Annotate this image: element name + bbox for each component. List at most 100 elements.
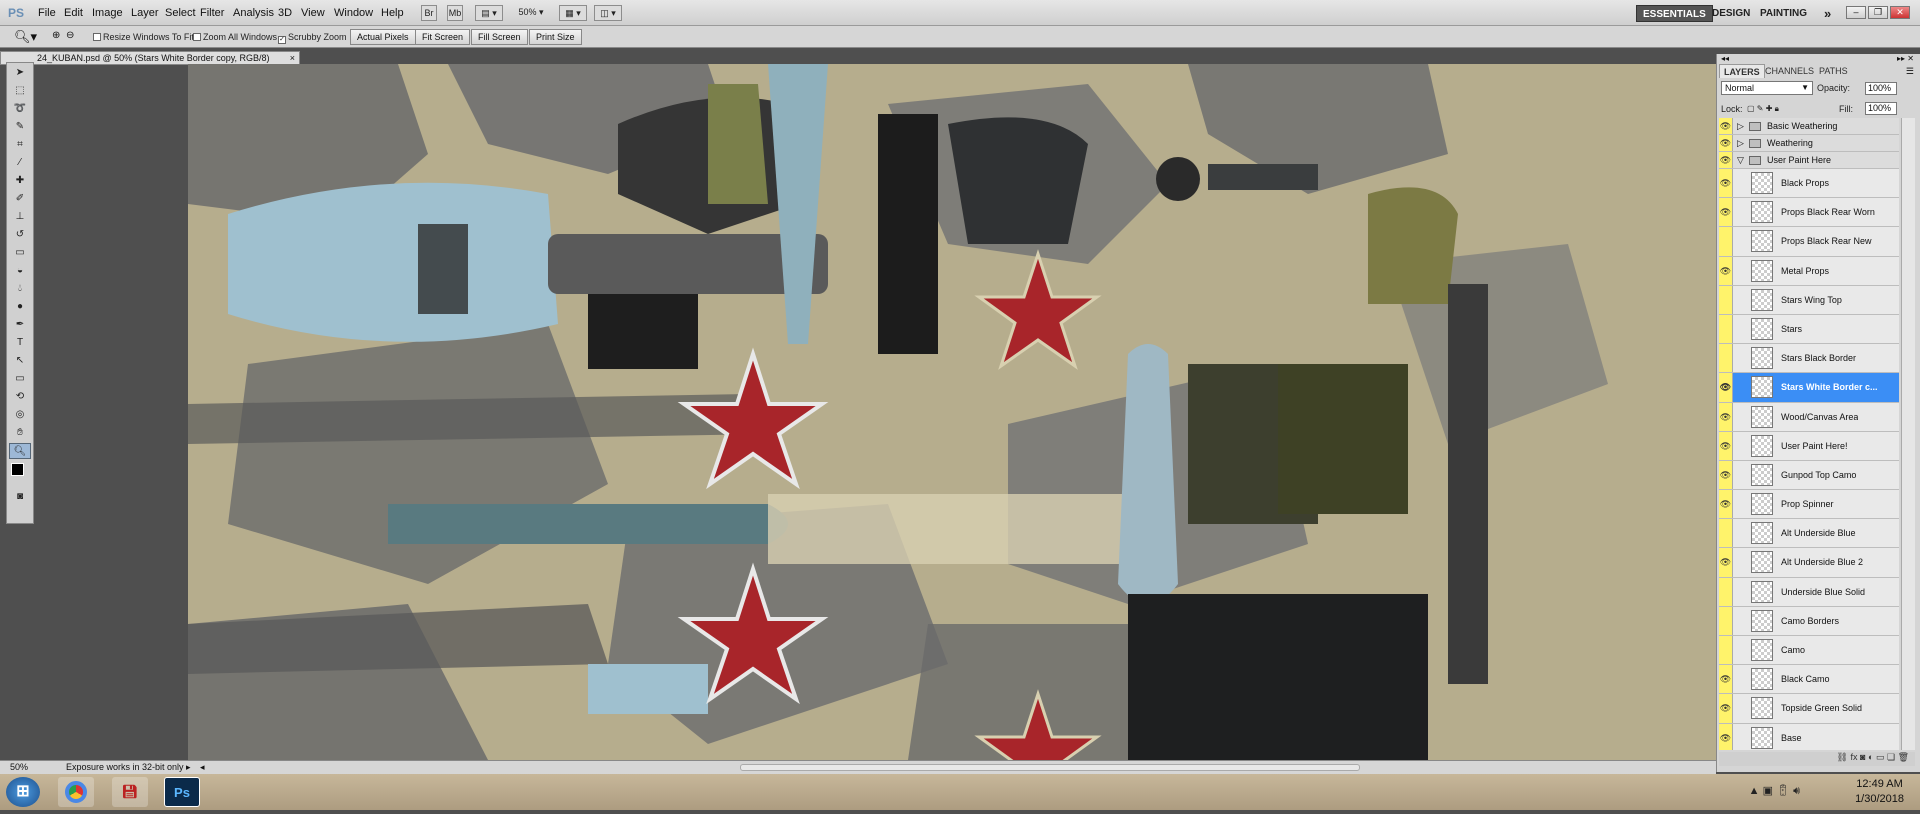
- eye-icon[interactable]: 👁︎: [1719, 665, 1733, 694]
- crop-tool-icon[interactable]: ⌗: [9, 137, 31, 153]
- fill-input[interactable]: 100%: [1865, 102, 1897, 115]
- layer-row[interactable]: Props Black Rear New: [1719, 227, 1899, 257]
- eye-icon[interactable]: 👁︎: [1719, 152, 1733, 168]
- layer-row[interactable]: Stars Wing Top: [1719, 285, 1899, 315]
- layer-group-row[interactable]: 👁︎ ▽ User Paint Here: [1719, 152, 1899, 169]
- dodge-tool-icon[interactable]: ●: [9, 299, 31, 315]
- trash-icon[interactable]: 🗑︎: [1898, 752, 1909, 762]
- eyedropper-tool-icon[interactable]: ⁄: [9, 155, 31, 171]
- fill-screen-button[interactable]: Fill Screen: [471, 29, 528, 45]
- layer-row[interactable]: 👁︎ Topside Green Solid: [1719, 694, 1899, 724]
- eye-icon[interactable]: 👁︎: [1719, 490, 1733, 519]
- status-zoom[interactable]: 50%: [10, 761, 28, 774]
- visibility-off-icon[interactable]: [1719, 227, 1733, 256]
- minibridge-button[interactable]: Mb: [447, 5, 463, 21]
- eye-icon[interactable]: 👁︎: [1719, 694, 1733, 723]
- visibility-off-icon[interactable]: [1719, 519, 1733, 548]
- tab-channels[interactable]: CHANNELS: [1761, 64, 1818, 78]
- print-size-button[interactable]: Print Size: [529, 29, 582, 45]
- eye-icon[interactable]: 👁︎: [1719, 169, 1733, 198]
- layer-row[interactable]: 👁︎ Alt Underside Blue 2: [1719, 548, 1899, 578]
- document-canvas[interactable]: [188, 64, 1716, 760]
- healing-brush-tool-icon[interactable]: ✚: [9, 173, 31, 189]
- quick-mask-icon[interactable]: ◙: [9, 489, 31, 505]
- history-brush-tool-icon[interactable]: ↺: [9, 227, 31, 243]
- workspace-painting[interactable]: PAINTING: [1754, 5, 1813, 22]
- layer-row[interactable]: 👁︎ Props Black Rear Worn: [1719, 198, 1899, 228]
- lock-icons[interactable]: ▢ ✎ ✚ 🔒︎: [1747, 104, 1779, 114]
- menu-view[interactable]: View: [301, 7, 325, 19]
- color-swatches[interactable]: [9, 461, 31, 487]
- menu-select[interactable]: Select: [165, 7, 196, 19]
- path-select-tool-icon[interactable]: ↖: [9, 353, 31, 369]
- foreground-color-swatch[interactable]: [11, 463, 24, 476]
- layer-row[interactable]: Underside Blue Solid: [1719, 577, 1899, 607]
- add-mask-icon[interactable]: ◙: [1860, 752, 1865, 762]
- fx-icon[interactable]: fx: [1851, 752, 1858, 762]
- tab-close-icon[interactable]: ×: [290, 52, 295, 64]
- menu-analysis[interactable]: Analysis: [233, 7, 274, 19]
- adjustment-layer-icon[interactable]: ◐: [1868, 752, 1873, 762]
- type-tool-icon[interactable]: T: [9, 335, 31, 351]
- link-layers-icon[interactable]: ⛓: [1837, 752, 1848, 762]
- minimize-button[interactable]: –: [1846, 6, 1866, 19]
- menu-image[interactable]: Image: [92, 7, 123, 19]
- opacity-input[interactable]: 100%: [1865, 82, 1897, 95]
- layer-row[interactable]: Camo Borders: [1719, 606, 1899, 636]
- start-orb-icon[interactable]: ⊞: [6, 777, 40, 807]
- restore-button[interactable]: ❐: [1868, 6, 1888, 19]
- blur-tool-icon[interactable]: 💧︎: [9, 281, 31, 297]
- menu-edit[interactable]: Edit: [64, 7, 83, 19]
- visibility-off-icon[interactable]: [1719, 606, 1733, 635]
- zoom-tool-icon[interactable]: 🔍︎▾: [14, 29, 37, 45]
- marquee-tool-icon[interactable]: ⬚: [9, 83, 31, 99]
- scroll-left-icon[interactable]: ◂: [200, 761, 205, 774]
- scrubby-zoom-checkbox[interactable]: ✓ Scrubby Zoom: [278, 32, 347, 44]
- layer-row[interactable]: 👁︎ Prop Spinner: [1719, 490, 1899, 520]
- eye-icon[interactable]: 👁︎: [1719, 135, 1733, 151]
- zoom-tool-icon[interactable]: 🔍︎: [9, 443, 31, 459]
- layer-group-row[interactable]: 👁︎ ▷ Weathering: [1719, 135, 1899, 152]
- tab-layers[interactable]: LAYERS: [1719, 64, 1765, 78]
- tab-paths[interactable]: PATHS: [1815, 64, 1852, 78]
- layer-row[interactable]: 👁︎ Stars White Border c...: [1719, 373, 1899, 403]
- workspace-essentials[interactable]: ESSENTIALS: [1636, 5, 1713, 22]
- brush-tool-icon[interactable]: ✐: [9, 191, 31, 207]
- expand-right-icon[interactable]: ▷: [1737, 138, 1744, 149]
- quick-select-tool-icon[interactable]: ✎: [9, 119, 31, 135]
- eye-icon[interactable]: 👁︎: [1719, 373, 1733, 402]
- layer-row[interactable]: 👁︎ Black Camo: [1719, 665, 1899, 695]
- eye-icon[interactable]: 👁︎: [1719, 198, 1733, 227]
- panel-collapse-icon[interactable]: ◂◂: [1721, 54, 1729, 63]
- visibility-off-icon[interactable]: [1719, 285, 1733, 314]
- workspace-design[interactable]: DESIGN: [1706, 5, 1756, 22]
- menu-layer[interactable]: Layer: [131, 7, 159, 19]
- zoom-out-icon[interactable]: ⊖: [66, 30, 74, 41]
- eye-icon[interactable]: 👁︎: [1719, 723, 1733, 750]
- layer-row[interactable]: Alt Underside Blue: [1719, 519, 1899, 549]
- screen-mode-button[interactable]: ◫ ▾: [594, 5, 622, 21]
- eye-icon[interactable]: 👁︎: [1719, 402, 1733, 431]
- move-tool-icon[interactable]: ➤: [9, 65, 31, 81]
- layer-group-row[interactable]: 👁︎ ▷ Basic Weathering: [1719, 118, 1899, 135]
- chrome-icon[interactable]: [58, 777, 94, 807]
- panel-scrollbar[interactable]: [1901, 118, 1915, 750]
- visibility-off-icon[interactable]: [1719, 344, 1733, 373]
- panel-close-icon[interactable]: ▸▸ ✕: [1897, 54, 1914, 63]
- eraser-tool-icon[interactable]: ▭: [9, 245, 31, 261]
- view-extras-button[interactable]: ▤ ▾: [475, 5, 503, 21]
- expand-down-icon[interactable]: ▽: [1737, 155, 1744, 166]
- status-menu-arrow-icon[interactable]: ▸: [186, 761, 191, 774]
- blend-mode-select[interactable]: Normal ▼: [1721, 81, 1813, 95]
- layer-row[interactable]: 👁︎ Base: [1719, 723, 1899, 750]
- horizontal-scrollbar[interactable]: [740, 764, 1360, 771]
- expand-right-icon[interactable]: ▷: [1737, 121, 1744, 132]
- 3d-orbit-tool-icon[interactable]: ◎: [9, 407, 31, 423]
- layer-row[interactable]: Stars: [1719, 314, 1899, 345]
- tray-icons[interactable]: ▲ ▣ 🔋︎ 🔊︎: [1749, 784, 1800, 798]
- layer-row[interactable]: Camo: [1719, 636, 1899, 666]
- photoshop-icon[interactable]: Ps: [164, 777, 200, 807]
- layer-row[interactable]: 👁︎ Wood/Canvas Area: [1719, 402, 1899, 432]
- eye-icon[interactable]: 👁︎: [1719, 256, 1733, 285]
- clone-stamp-tool-icon[interactable]: ⊥: [9, 209, 31, 225]
